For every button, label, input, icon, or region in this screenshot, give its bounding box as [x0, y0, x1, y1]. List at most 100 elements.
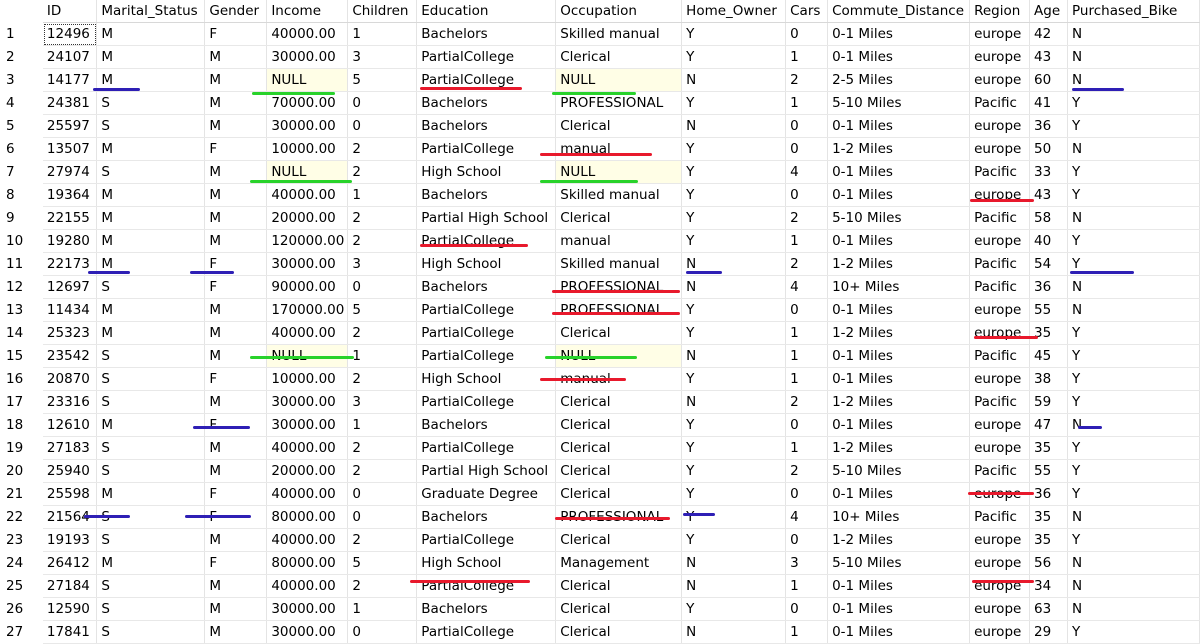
cell-marital-status[interactable]: M: [96, 298, 206, 322]
cell-region[interactable]: Pacific: [969, 160, 1031, 184]
cell-commute-distance[interactable]: 1-2 Miles: [827, 390, 971, 414]
cell-id[interactable]: 23316: [42, 390, 98, 414]
cell-commute-distance[interactable]: 1-2 Miles: [827, 528, 971, 552]
cell-cars[interactable]: 1: [785, 620, 829, 644]
cell-income[interactable]: 40000.00: [266, 183, 349, 207]
cell-id[interactable]: 12496: [42, 22, 98, 46]
cell-occupation[interactable]: Skilled manual: [555, 183, 683, 207]
cell-education[interactable]: High School: [416, 252, 557, 276]
cell-education[interactable]: Bachelors: [416, 505, 557, 529]
cell-education[interactable]: Graduate Degree: [416, 482, 557, 506]
cell-id[interactable]: 26412: [42, 551, 98, 575]
table-row[interactable]: 26 12590 S M 30000.00 1 Bachelors Clerical Y 0 0-1…: [0, 597, 1200, 621]
cell-id[interactable]: 17841: [42, 620, 98, 644]
cell-marital-status[interactable]: S: [96, 91, 206, 115]
cell-id[interactable]: 24107: [42, 45, 98, 69]
cell-home-owner[interactable]: Y: [681, 321, 787, 345]
cell-purchased-bike[interactable]: Y: [1067, 114, 1200, 138]
cell-home-owner[interactable]: Y: [681, 229, 787, 253]
cell-id[interactable]: 20870: [42, 367, 98, 391]
cell-purchased-bike[interactable]: N: [1067, 413, 1200, 437]
cell-marital-status[interactable]: M: [96, 22, 206, 46]
cell-children[interactable]: 0: [347, 91, 418, 115]
cell-home-owner[interactable]: N: [681, 620, 787, 644]
cell-commute-distance[interactable]: 1-2 Miles: [827, 321, 971, 345]
cell-id[interactable]: 25323: [42, 321, 98, 345]
cell-home-owner[interactable]: Y: [681, 413, 787, 437]
cell-marital-status[interactable]: S: [96, 344, 206, 368]
cell-children[interactable]: 0: [347, 114, 418, 138]
cell-purchased-bike[interactable]: Y: [1067, 436, 1200, 460]
cell-children[interactable]: 1: [347, 413, 418, 437]
cell-purchased-bike[interactable]: Y: [1067, 459, 1200, 483]
cell-home-owner[interactable]: Y: [681, 91, 787, 115]
cell-gender[interactable]: F: [204, 551, 268, 575]
cell-children[interactable]: 2: [347, 528, 418, 552]
cell-commute-distance[interactable]: 0-1 Miles: [827, 45, 971, 69]
table-row[interactable]: 6 13507 M F 10000.00 2 PartialCollege manual Y 0 1…: [0, 137, 1200, 161]
cell-marital-status[interactable]: S: [96, 528, 206, 552]
cell-occupation[interactable]: Clerical: [555, 574, 683, 598]
cell-marital-status[interactable]: M: [96, 413, 206, 437]
cell-age[interactable]: 56: [1029, 551, 1068, 575]
cell-commute-distance[interactable]: 0-1 Miles: [827, 367, 971, 391]
cell-income[interactable]: 90000.00: [266, 275, 349, 299]
cell-gender[interactable]: M: [204, 390, 268, 414]
cell-gender[interactable]: M: [204, 620, 268, 644]
cell-occupation[interactable]: Clerical: [555, 528, 683, 552]
cell-cars[interactable]: 0: [785, 137, 829, 161]
cell-occupation[interactable]: Clerical: [555, 413, 683, 437]
cell-marital-status[interactable]: M: [96, 137, 206, 161]
cell-region[interactable]: europe: [969, 574, 1031, 598]
table-row[interactable]: 5 25597 S M 30000.00 0 Bachelors Clerical N 0 0-1 …: [0, 114, 1200, 138]
cell-cars[interactable]: 1: [785, 436, 829, 460]
cell-gender[interactable]: M: [204, 574, 268, 598]
cell-marital-status[interactable]: M: [96, 482, 206, 506]
cell-occupation[interactable]: NULL: [555, 68, 683, 92]
cell-commute-distance[interactable]: 0-1 Miles: [827, 229, 971, 253]
cell-home-owner[interactable]: Y: [681, 436, 787, 460]
cell-income[interactable]: 80000.00: [266, 505, 349, 529]
cell-region[interactable]: Pacific: [969, 252, 1031, 276]
cell-age[interactable]: 63: [1029, 597, 1068, 621]
table-row[interactable]: 10 19280 M M 120000.00 2 PartialCollege manual Y…: [0, 229, 1200, 253]
cell-education[interactable]: High School: [416, 367, 557, 391]
cell-education[interactable]: PartialCollege: [416, 344, 557, 368]
cell-commute-distance[interactable]: 2-5 Miles: [827, 68, 971, 92]
cell-region[interactable]: europe: [969, 551, 1031, 575]
cell-region[interactable]: europe: [969, 22, 1031, 46]
header-children[interactable]: Children: [347, 0, 418, 23]
cell-cars[interactable]: 2: [785, 252, 829, 276]
cell-age[interactable]: 42: [1029, 22, 1068, 46]
cell-income[interactable]: 40000.00: [266, 321, 349, 345]
cell-commute-distance[interactable]: 0-1 Miles: [827, 298, 971, 322]
table-row[interactable]: 11 22173 M F 30000.00 3 High School Skilled man…: [0, 252, 1200, 276]
cell-cars[interactable]: 0: [785, 298, 829, 322]
cell-id[interactable]: 19193: [42, 528, 98, 552]
cell-occupation[interactable]: Clerical: [555, 597, 683, 621]
cell-children[interactable]: 1: [347, 183, 418, 207]
table-row[interactable]: 3 14177 M M NULL 5 PartialCollege NULL N 2 2-5 Mil…: [0, 68, 1200, 92]
cell-marital-status[interactable]: M: [96, 206, 206, 230]
header-commute-distance[interactable]: Commute_Distance: [827, 0, 971, 23]
cell-region[interactable]: europe: [969, 620, 1031, 644]
cell-id[interactable]: 19364: [42, 183, 98, 207]
cell-income[interactable]: 40000.00: [266, 22, 349, 46]
cell-age[interactable]: 35: [1029, 528, 1068, 552]
cell-education[interactable]: High School: [416, 160, 557, 184]
cell-marital-status[interactable]: S: [96, 459, 206, 483]
cell-home-owner[interactable]: Y: [681, 482, 787, 506]
cell-id[interactable]: 27184: [42, 574, 98, 598]
cell-commute-distance[interactable]: 1-2 Miles: [827, 252, 971, 276]
header-income[interactable]: Income: [266, 0, 349, 23]
cell-income[interactable]: 30000.00: [266, 597, 349, 621]
header-region[interactable]: Region: [969, 0, 1031, 23]
cell-home-owner[interactable]: N: [681, 551, 787, 575]
cell-education[interactable]: PartialCollege: [416, 390, 557, 414]
cell-home-owner[interactable]: N: [681, 390, 787, 414]
cell-home-owner[interactable]: N: [681, 574, 787, 598]
cell-age[interactable]: 47: [1029, 413, 1068, 437]
cell-education[interactable]: Bachelors: [416, 91, 557, 115]
cell-id[interactable]: 23542: [42, 344, 98, 368]
cell-children[interactable]: 1: [347, 22, 418, 46]
